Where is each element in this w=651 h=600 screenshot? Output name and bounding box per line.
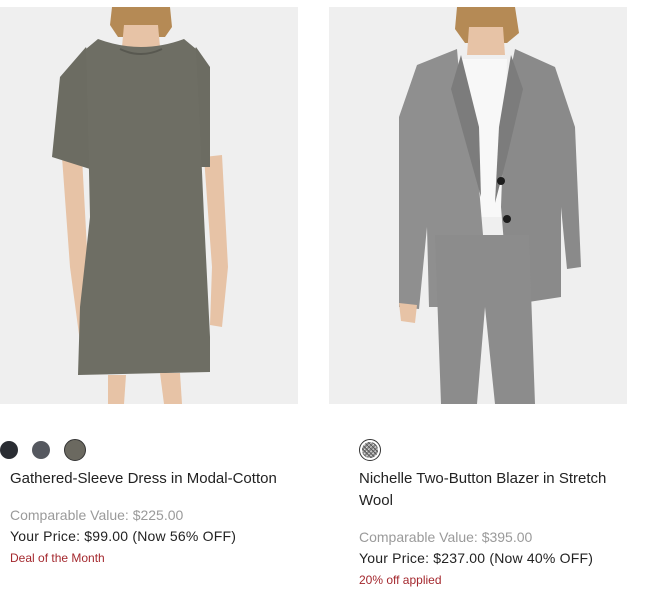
swatch-olive-gray-selected[interactable] xyxy=(64,439,86,461)
comparable-value: Comparable Value: $225.00 xyxy=(10,507,184,523)
color-swatches xyxy=(0,439,100,461)
product-name-link[interactable]: Gathered-Sleeve Dress in Modal-Cotton xyxy=(10,468,290,490)
your-price: Your Price: $99.00 (Now 56% OFF) xyxy=(10,528,237,544)
product-image-dress[interactable] xyxy=(0,7,298,404)
product-image-blazer[interactable] xyxy=(329,7,627,404)
swatch-slate-gray[interactable] xyxy=(32,441,50,459)
promo-label: Deal of the Month xyxy=(10,551,105,565)
swatch-dark-navy[interactable] xyxy=(0,441,18,459)
promo-label: 20% off applied xyxy=(359,573,442,587)
product-card-dress: Gathered-Sleeve Dress in Modal-Cotton Co… xyxy=(0,7,298,565)
comparable-value: Comparable Value: $395.00 xyxy=(359,529,533,545)
product-card-blazer: Nichelle Two-Button Blazer in Stretch Wo… xyxy=(329,7,647,587)
product-info: Nichelle Two-Button Blazer in Stretch Wo… xyxy=(359,468,639,591)
dress-illustration xyxy=(0,7,298,404)
product-info: Gathered-Sleeve Dress in Modal-Cotton Co… xyxy=(10,468,290,569)
swatch-houndstooth-selected[interactable] xyxy=(359,439,381,461)
product-name-link[interactable]: Nichelle Two-Button Blazer in Stretch Wo… xyxy=(359,468,639,512)
your-price: Your Price: $237.00 (Now 40% OFF) xyxy=(359,550,594,566)
color-swatches xyxy=(359,439,395,461)
blazer-illustration xyxy=(329,7,627,404)
